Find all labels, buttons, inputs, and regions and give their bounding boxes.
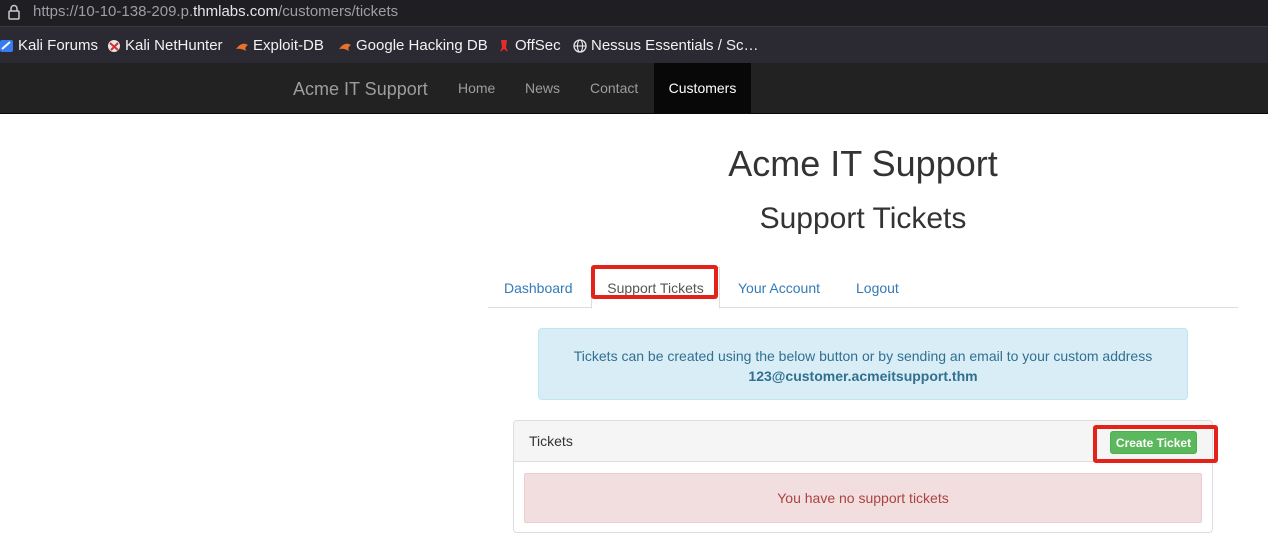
kali-forums-icon	[0, 39, 13, 52]
tab-dashboard[interactable]: Dashboard	[504, 267, 573, 308]
url-host: thmlabs.com	[193, 3, 279, 20]
empty-tickets-alert: You have no support tickets	[524, 473, 1202, 523]
nav-contact[interactable]: Contact	[590, 63, 638, 113]
info-alert: Tickets can be created using the below b…	[538, 328, 1188, 400]
bookmark-label: Exploit-DB	[253, 37, 324, 54]
bookmark-label: OffSec	[515, 37, 561, 54]
google-hacking-db-icon	[339, 43, 351, 51]
exploit-db-icon	[236, 43, 248, 51]
bookmark-nessus[interactable]: Nessus Essentials / Sc…	[573, 27, 759, 64]
url-path: /customers/tickets	[278, 3, 399, 20]
browser-url-bar[interactable]: https://10-10-138-209.p.thmlabs.com/cust…	[0, 0, 1268, 26]
nav-news[interactable]: News	[525, 63, 560, 113]
lock-icon	[8, 4, 20, 20]
bookmark-label: Nessus Essentials / Sc…	[591, 37, 759, 54]
tickets-panel: Tickets Create Ticket You have no suppor…	[513, 420, 1213, 533]
bookmark-exploit-db[interactable]: Exploit-DB	[235, 27, 324, 64]
panel-heading: Tickets Create Ticket	[514, 421, 1212, 462]
bookmark-label: Kali NetHunter	[125, 37, 223, 54]
bookmark-kali-forums[interactable]: Kali Forums	[0, 27, 98, 64]
site-navbar: Acme IT Support Home News Contact Custom…	[0, 63, 1268, 114]
bookmark-offsec[interactable]: OffSec	[497, 27, 561, 64]
kali-nethunter-icon	[108, 39, 120, 52]
bookmarks-bar: Kali Forums Kali NetHunter Exploit-DB Go…	[0, 26, 1268, 63]
page-title: Acme IT Support	[728, 143, 998, 184]
url-text[interactable]: https://10-10-138-209.p.thmlabs.com/cust…	[33, 3, 398, 20]
url-prefix: https://10-10-138-209.p.	[33, 3, 194, 20]
tab-logout[interactable]: Logout	[856, 267, 899, 308]
alert-email: 123@customer.acmeitsupport.thm	[748, 368, 978, 384]
nav-customers[interactable]: Customers	[654, 63, 751, 113]
bookmark-label: Kali Forums	[18, 37, 99, 54]
bookmark-label: Google Hacking DB	[356, 37, 488, 54]
create-ticket-button[interactable]: Create Ticket	[1110, 431, 1197, 454]
tab-support-tickets[interactable]: Support Tickets	[591, 267, 720, 309]
tab-your-account[interactable]: Your Account	[738, 267, 820, 308]
nav-home[interactable]: Home	[458, 63, 495, 113]
offsec-icon	[500, 39, 508, 52]
navbar-brand[interactable]: Acme IT Support	[293, 79, 428, 100]
alert-text: Tickets can be created using the below b…	[573, 348, 1153, 364]
account-tabs: Dashboard Support Tickets Your Account L…	[488, 267, 1238, 309]
bookmark-kali-nethunter[interactable]: Kali NetHunter	[107, 27, 223, 64]
globe-icon	[573, 38, 587, 53]
page-subtitle: Support Tickets	[759, 202, 967, 235]
bookmark-google-hacking-db[interactable]: Google Hacking DB	[338, 27, 488, 64]
panel-title: Tickets	[529, 433, 573, 449]
